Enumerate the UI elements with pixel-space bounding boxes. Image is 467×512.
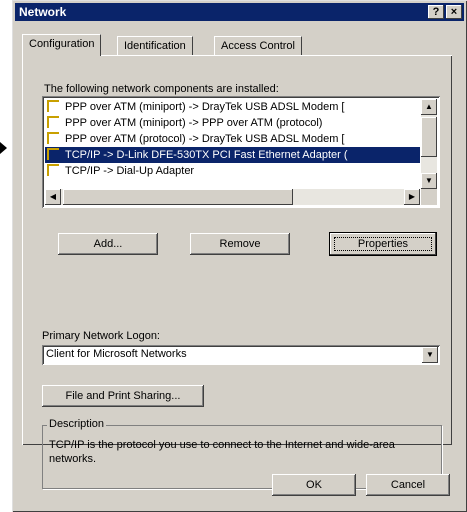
primary-logon-select[interactable]: Client for Microsoft Networks ▼	[42, 345, 440, 365]
remove-button[interactable]: Remove	[190, 233, 290, 255]
help-button[interactable]: ?	[428, 5, 444, 19]
list-item[interactable]: PPP over ATM (miniport) -> PPP over ATM …	[45, 115, 420, 131]
list-item[interactable]: PPP over ATM (protocol) -> DrayTek USB A…	[45, 131, 420, 147]
components-heading: The following network components are ins…	[44, 83, 279, 95]
list-item-label: PPP over ATM (protocol) -> DrayTek USB A…	[65, 133, 345, 145]
list-item[interactable]: TCP/IP -> Dial-Up Adapter	[45, 163, 420, 179]
components-rows: PPP over ATM (miniport) -> DrayTek USB A…	[45, 99, 420, 189]
file-print-sharing-button[interactable]: File and Print Sharing...	[42, 385, 204, 407]
scroll-left-icon[interactable]: ◀	[45, 189, 61, 205]
network-dialog: Network ? × Configuration Identification…	[12, 0, 467, 512]
vertical-scrollbar[interactable]: ▲ ▼	[421, 99, 437, 189]
list-item-label: PPP over ATM (miniport) -> DrayTek USB A…	[65, 101, 345, 113]
scroll-down-icon[interactable]: ▼	[421, 173, 437, 189]
tab-access-control[interactable]: Access Control	[214, 36, 302, 55]
scroll-up-icon[interactable]: ▲	[421, 99, 437, 115]
list-item-label: TCP/IP -> D-Link DFE-530TX PCI Fast Ethe…	[65, 149, 348, 161]
horizontal-scrollbar[interactable]: ◀ ▶	[45, 189, 420, 205]
network-component-icon	[47, 148, 59, 161]
list-item-label: TCP/IP -> Dial-Up Adapter	[65, 165, 195, 177]
properties-button[interactable]: Properties	[330, 233, 436, 255]
tab-configuration[interactable]: Configuration	[22, 34, 102, 56]
title-bar: Network ? ×	[15, 3, 464, 21]
vertical-scroll-thumb[interactable]	[421, 117, 437, 157]
scroll-corner	[421, 189, 437, 205]
add-button[interactable]: Add...	[58, 233, 158, 255]
description-text: TCP/IP is the protocol you use to connec…	[49, 439, 395, 465]
list-item[interactable]: TCP/IP -> D-Link DFE-530TX PCI Fast Ethe…	[45, 147, 420, 163]
cancel-button[interactable]: Cancel	[366, 474, 450, 496]
configuration-panel: The following network components are ins…	[22, 55, 452, 489]
network-component-icon	[47, 164, 59, 177]
horizontal-scroll-thumb[interactable]	[63, 189, 293, 205]
chevron-down-icon[interactable]: ▼	[422, 347, 438, 363]
pointer-arrow-icon	[0, 142, 7, 154]
network-component-icon	[47, 116, 59, 129]
primary-logon-label: Primary Network Logon:	[42, 330, 160, 342]
list-item[interactable]: PPP over ATM (miniport) -> DrayTek USB A…	[45, 99, 420, 115]
description-label: Description	[47, 418, 107, 430]
close-button[interactable]: ×	[446, 5, 462, 19]
tab-identification[interactable]: Identification	[117, 36, 193, 55]
window-title: Network	[19, 5, 67, 19]
ok-button[interactable]: OK	[272, 474, 356, 496]
list-item-label: PPP over ATM (miniport) -> PPP over ATM …	[65, 117, 323, 129]
network-component-icon	[47, 100, 59, 113]
components-list[interactable]: PPP over ATM (miniport) -> DrayTek USB A…	[42, 96, 440, 208]
primary-logon-value: Client for Microsoft Networks	[46, 348, 187, 360]
scroll-right-icon[interactable]: ▶	[404, 189, 420, 205]
network-component-icon	[47, 132, 59, 145]
